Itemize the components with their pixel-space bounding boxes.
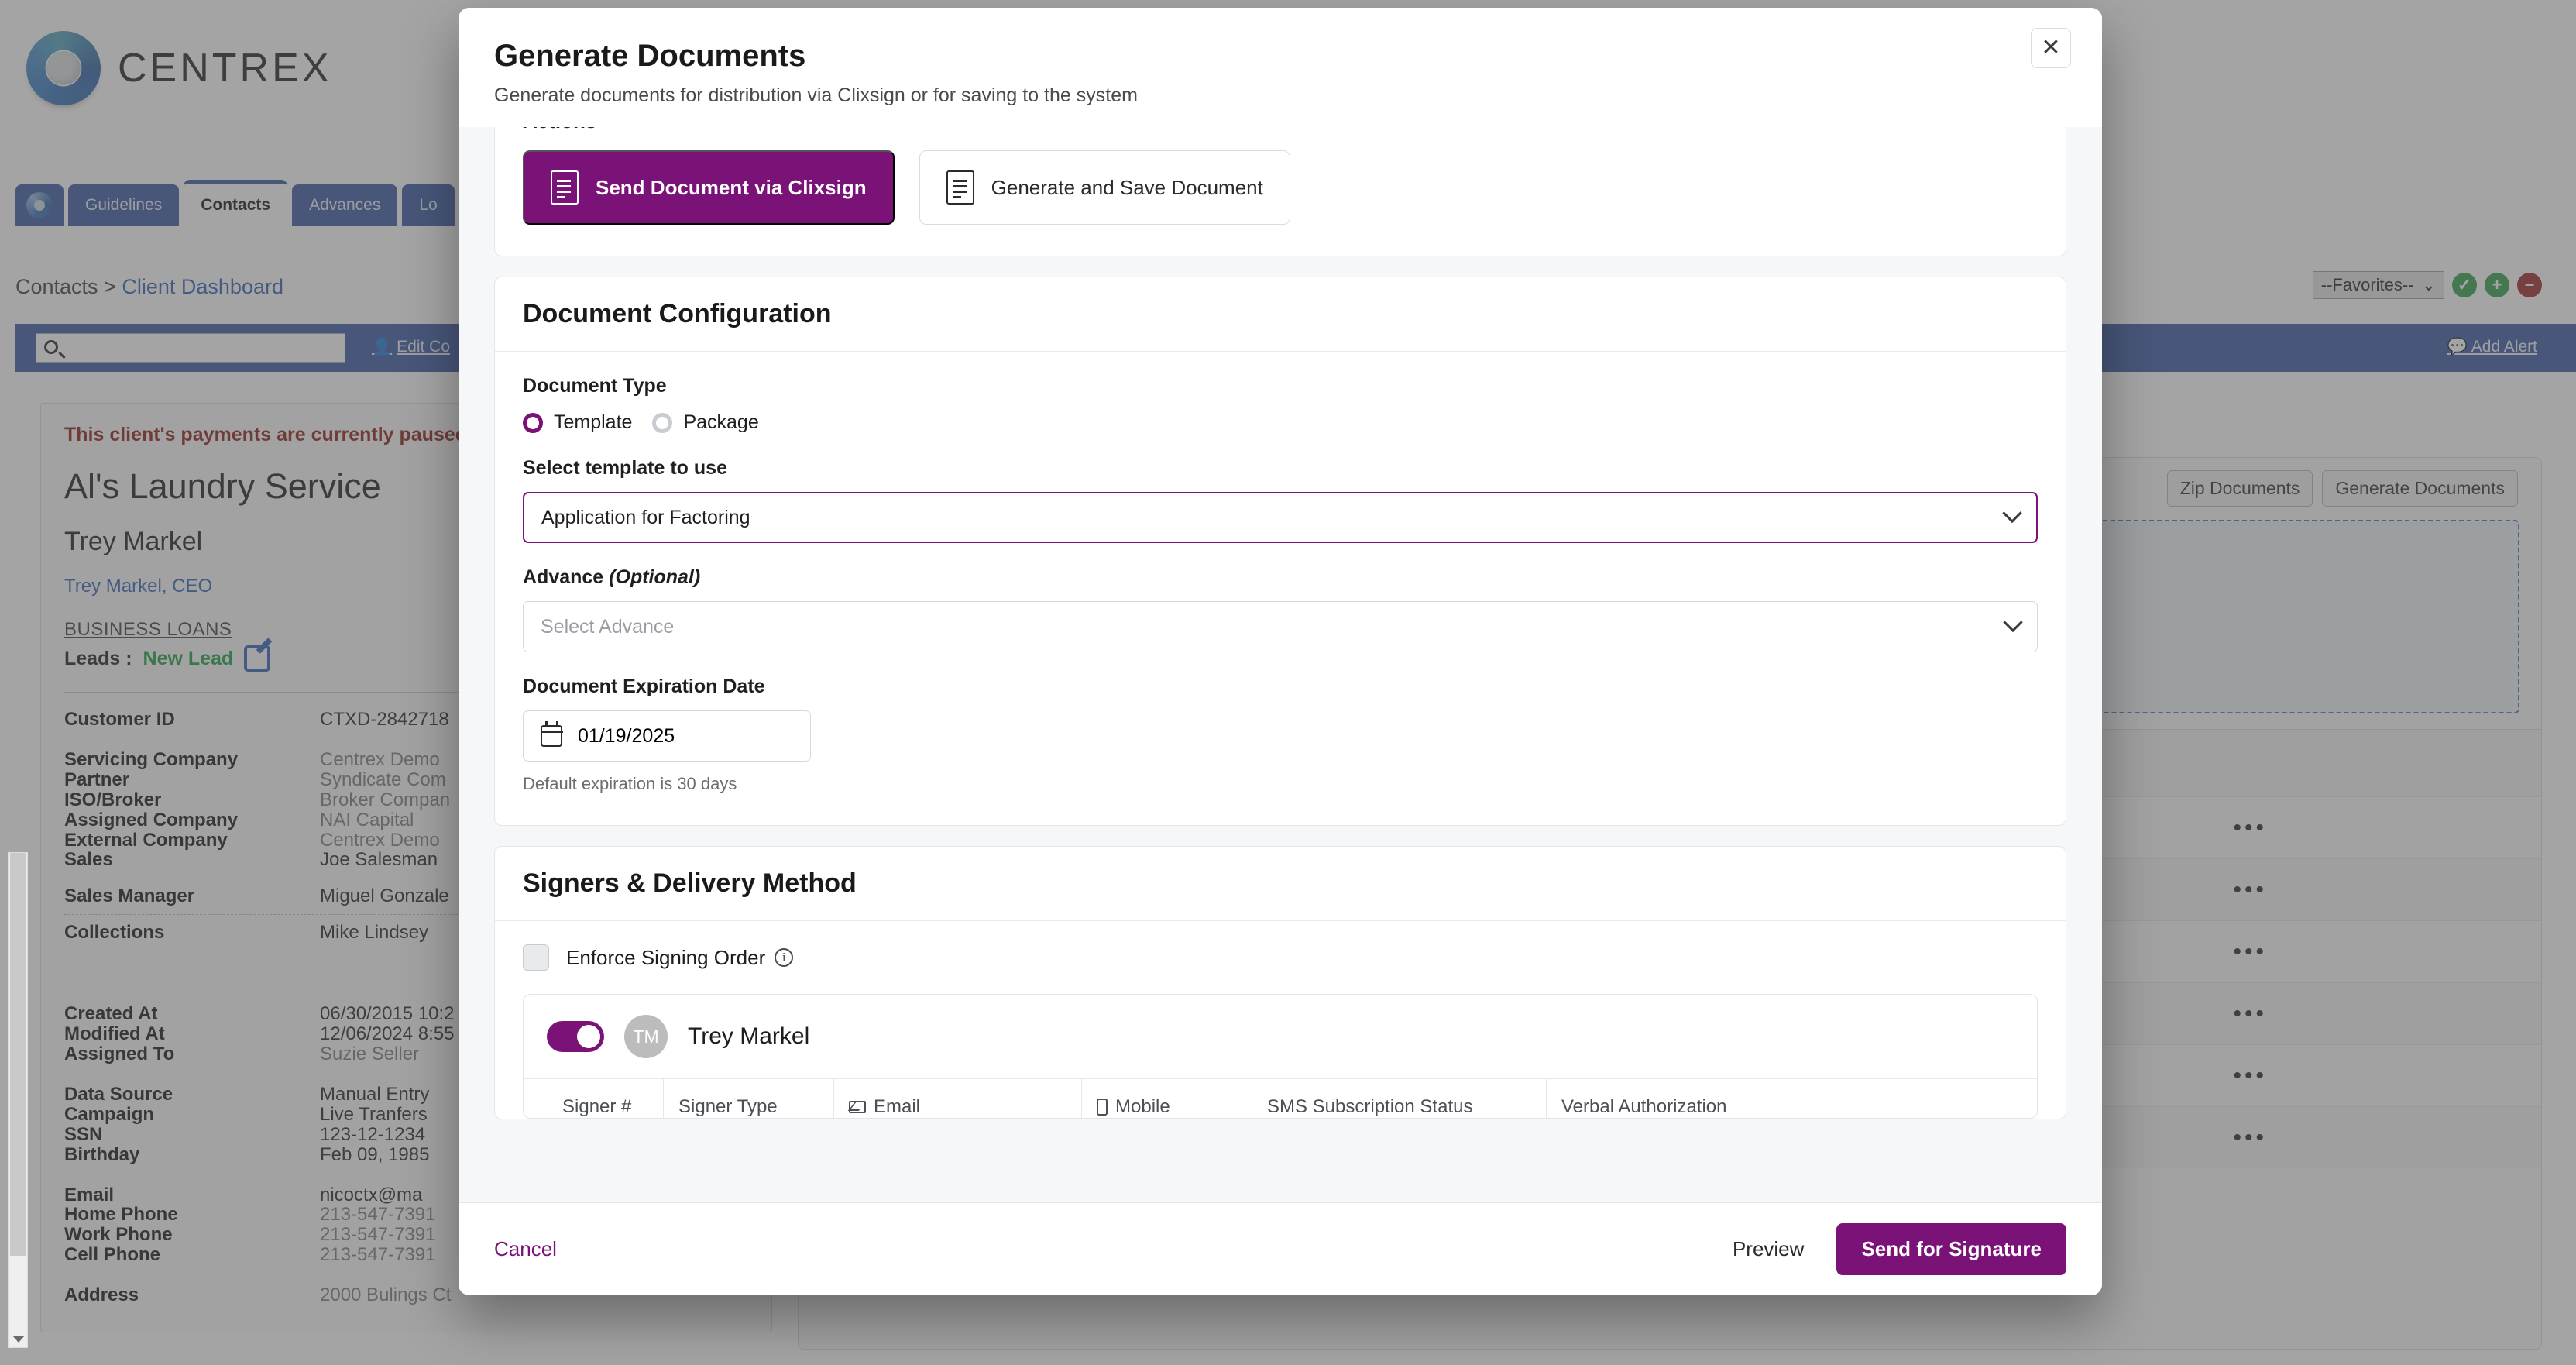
radio-template[interactable]: Template [523,411,632,434]
col-email: Email [833,1079,1081,1118]
modal-subtitle: Generate documents for distribution via … [494,84,1138,106]
generate-and-save-document-button[interactable]: Generate and Save Document [919,150,1290,225]
scrollbar-thumb[interactable] [10,853,26,1256]
generate-documents-modal: Generate Documents Generate documents fo… [459,8,2102,1295]
advance-label: Advance (Optional) [523,566,701,588]
advance-select[interactable]: Select Advance [523,601,2038,652]
signer-enabled-toggle[interactable] [547,1021,604,1052]
avatar: TM [624,1015,668,1058]
col-verbal-authorization: Verbal Authorization [1546,1079,1778,1118]
enforce-signing-order-row[interactable]: Enforce Signing Order i [523,944,2038,971]
actions-section: Actions Send Document via Clixsign [494,127,2066,256]
info-icon[interactable]: i [775,948,794,967]
page-scrollbar[interactable] [8,852,28,1348]
calendar-icon [540,721,563,747]
radio-package-label: Package [683,411,759,433]
toggle-knob [577,1025,600,1048]
advance-select-placeholder: Select Advance [541,615,675,638]
expiration-date-value: 01/19/2025 [578,724,675,747]
radio-template-dot [523,412,543,433]
footer-actions: Preview Send for Signature [1733,1223,2066,1275]
expiration-date-label: Document Expiration Date [523,676,765,697]
advance-optional-label: (Optional) [609,566,701,588]
chevron-down-icon [2002,503,2022,524]
expiration-date-input[interactable]: 01/19/2025 [523,710,811,762]
cancel-button[interactable]: Cancel [494,1237,557,1261]
document-type-label: Document Type [523,375,667,397]
chevron-down-icon [2003,612,2023,633]
signers-section-body: Enforce Signing Order i TM Trey Markel S… [495,921,2066,1119]
mobile-icon [1097,1099,1108,1116]
document-configuration-section: Document Configuration Document Type Tem… [494,277,2066,826]
col-sms-subscription-status: SMS Subscription Status [1252,1079,1546,1118]
modal-title: Generate Documents [494,39,806,73]
actions-label: Actions [495,127,2066,133]
scroll-down-arrow-icon[interactable] [12,1336,25,1343]
document-configuration-body: Document Type Template Package Select te… [495,352,2066,825]
select-template-label: Select template to use [523,457,727,479]
radio-package-dot [652,412,673,433]
document-send-icon [551,170,579,205]
signer-card: TM Trey Markel Signer # Signer Type Emai… [523,994,2038,1119]
document-configuration-title: Document Configuration [495,277,2066,352]
modal-body: Actions Send Document via Clixsign [459,127,2102,1202]
close-icon[interactable]: ✕ [2031,28,2071,68]
signer-table-header: Signer # Signer Type Email Mobile SMS Su… [524,1078,2037,1118]
send-for-signature-button[interactable]: Send for Signature [1836,1223,2066,1275]
send-document-label: Send Document via Clixsign [596,175,867,199]
actions-row: Send Document via Clixsign Generate and … [495,133,2066,256]
signers-section-title: Signers & Delivery Method [495,847,2066,921]
document-save-icon [946,170,974,205]
email-icon [849,1101,866,1113]
modal-footer: Cancel Preview Send for Signature [459,1202,2102,1295]
generate-and-save-label: Generate and Save Document [991,175,1263,199]
radio-package[interactable]: Package [652,411,759,434]
modal-header: Generate Documents Generate documents fo… [459,8,2102,127]
enforce-signing-order-label: Enforce Signing Order i [566,946,794,970]
template-select[interactable]: Application for Factoring [523,492,2038,543]
preview-button[interactable]: Preview [1733,1237,1804,1261]
radio-template-label: Template [554,411,633,433]
col-signer-type: Signer Type [663,1079,833,1118]
send-document-via-clixsign-button[interactable]: Send Document via Clixsign [523,150,895,225]
signer-header: TM Trey Markel [524,995,2037,1078]
signers-section: Signers & Delivery Method Enforce Signin… [494,846,2066,1119]
col-mobile: Mobile [1081,1079,1252,1118]
signer-name: Trey Markel [688,1023,810,1049]
enforce-signing-order-checkbox[interactable] [523,944,549,971]
template-select-value: Application for Factoring [541,506,750,528]
col-signer-number: Signer # [562,1096,632,1117]
expiration-help-text: Default expiration is 30 days [523,774,737,793]
document-type-radio-group: Template Package [523,411,2038,434]
